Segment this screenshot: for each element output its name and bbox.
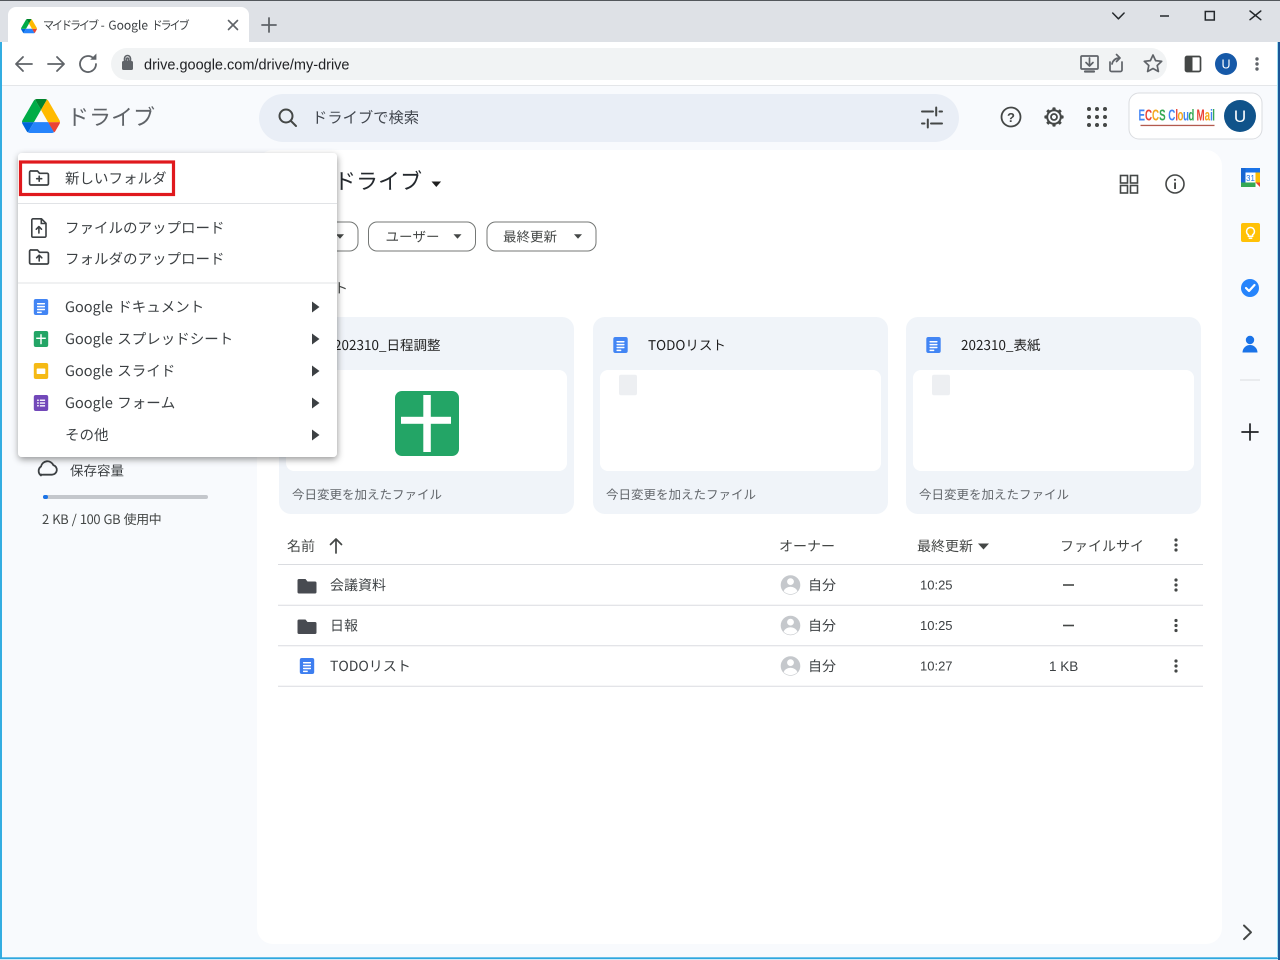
svg-text:U: U <box>1221 58 1230 72</box>
svg-text:U: U <box>1234 107 1246 126</box>
svg-text:C: C <box>1168 106 1175 124</box>
svg-text:31: 31 <box>1246 174 1255 183</box>
svg-text:d: d <box>1188 106 1194 124</box>
svg-text:10:27: 10:27 <box>920 659 953 674</box>
svg-text:drive.google.com/drive/my-driv: drive.google.com/drive/my-drive <box>144 58 350 74</box>
svg-text:10:25: 10:25 <box>920 578 953 593</box>
svg-text:C: C <box>1152 106 1159 124</box>
svg-text:1 KB: 1 KB <box>1049 659 1078 674</box>
svg-text:C: C <box>1145 106 1152 124</box>
svg-text:E: E <box>1139 106 1146 124</box>
svg-text:M: M <box>1197 106 1205 124</box>
svg-text:10:25: 10:25 <box>920 618 953 633</box>
svg-text:?: ? <box>1007 110 1015 125</box>
svg-text:S: S <box>1159 106 1166 124</box>
svg-text:l: l <box>1212 106 1215 124</box>
